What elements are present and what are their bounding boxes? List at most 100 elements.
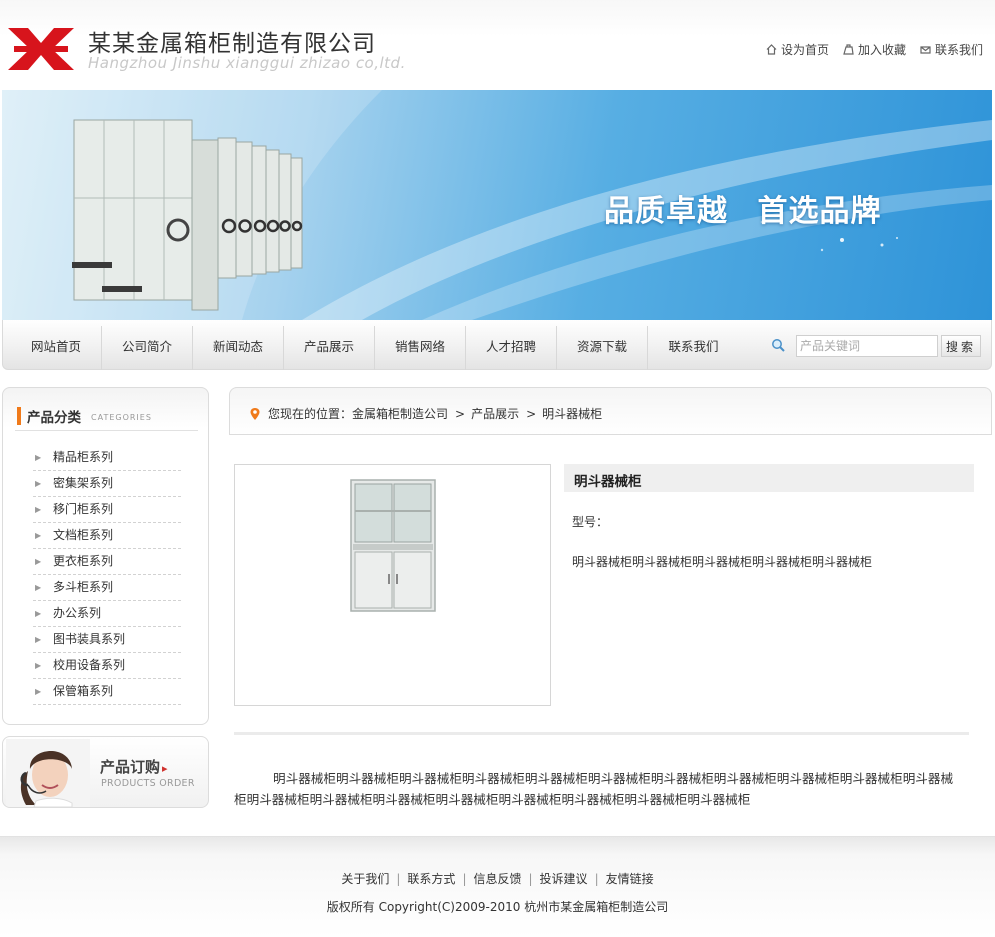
arrow-right-icon: ▶ — [35, 583, 42, 592]
product-description: 明斗器械柜明斗器械柜明斗器械柜明斗器械柜明斗器械柜明斗器械柜明斗器械柜明斗器械柜… — [234, 771, 954, 807]
top-links: 设为首页 加入收藏 联系我们 — [766, 41, 983, 58]
add-favorite-link[interactable]: 加入收藏 — [843, 41, 906, 58]
breadcrumb-bar: 您现在的位置： 金属箱柜制造公司 > 产品展示 > 明斗器械柜 — [229, 387, 992, 435]
search-button[interactable]: 搜索 — [941, 335, 981, 357]
breadcrumb-products[interactable]: 产品展示 — [471, 405, 519, 422]
category-label: 移门柜系列 — [53, 502, 114, 516]
category-item[interactable]: ▶ 精品柜系列 — [33, 445, 181, 471]
product-image-frame[interactable] — [234, 464, 551, 706]
contact-us-link[interactable]: 联系我们 — [920, 41, 983, 58]
nav-item-news[interactable]: 新闻动态 — [193, 326, 284, 370]
category-label: 办公系列 — [53, 606, 102, 620]
nav-item-products[interactable]: 产品展示 — [284, 326, 375, 370]
category-label: 精品柜系列 — [53, 450, 114, 464]
breadcrumb: 您现在的位置： 金属箱柜制造公司 > 产品展示 > 明斗器械柜 — [250, 405, 602, 422]
arrow-right-icon: ▶ — [35, 479, 42, 488]
footer-links: 关于我们 | 联系方式 | 信息反馈 | 投诉建议 | 友情链接 — [0, 870, 995, 887]
category-item[interactable]: ▶ 校用设备系列 — [33, 653, 181, 679]
nav-item-home[interactable]: 网站首页 — [11, 326, 102, 370]
category-item[interactable]: ▶ 多斗柜系列 — [33, 575, 181, 601]
breadcrumb-separator: > — [455, 406, 466, 421]
category-list: ▶ 精品柜系列 ▶ 密集架系列 ▶ 移门柜系列 ▶ 文档柜系列 ▶ 更衣柜系列 ▶ 多斗柜系… — [33, 445, 181, 705]
company-logo[interactable] — [6, 26, 76, 72]
model-label: 型号： — [572, 515, 609, 529]
arrow-right-icon: ▶ — [35, 557, 42, 566]
nav-item-downloads[interactable]: 资源下载 — [557, 326, 648, 370]
main-nav: 网站首页 公司简介 新闻动态 产品展示 销售网络 人才招聘 资源下载 联系我们 … — [2, 320, 992, 370]
breadcrumb-prefix: 您现在的位置： — [268, 407, 353, 421]
site-header: 某某金属箱柜制造有限公司 Hangzhou Jinshu xianggui zh… — [0, 0, 995, 90]
search-icon — [772, 339, 785, 352]
company-name-en: Hangzhou Jinshu xianggui zhizao co,ltd. — [88, 54, 406, 72]
footer-link-about[interactable]: 关于我们 — [341, 872, 389, 886]
category-label: 校用设备系列 — [53, 658, 126, 672]
add-favorite-label: 加入收藏 — [857, 43, 906, 57]
nav-menu: 网站首页 公司简介 新闻动态 产品展示 销售网络 人才招聘 资源下载 联系我们 — [11, 326, 739, 370]
category-label: 更衣柜系列 — [53, 554, 114, 568]
footer-separator: | — [396, 872, 401, 886]
footer-separator: | — [528, 872, 533, 886]
category-item[interactable]: ▶ 移门柜系列 — [33, 497, 181, 523]
site-footer: 关于我们 | 联系方式 | 信息反馈 | 投诉建议 | 友情链接 版权所有 Copyright(… — [0, 836, 995, 937]
product-title-bar: 明斗器械柜 — [564, 464, 974, 492]
category-panel: 产品分类 CATEGORIES ▶ 精品柜系列 ▶ 密集架系列 ▶ 移门柜系列 ▶ 文档… — [2, 387, 209, 725]
category-item[interactable]: ▶ 密集架系列 — [33, 471, 181, 497]
breadcrumb-home[interactable]: 金属箱柜制造公司 — [352, 405, 448, 422]
contact-us-label: 联系我们 — [934, 43, 983, 57]
footer-link-feedback[interactable]: 信息反馈 — [473, 872, 521, 886]
category-label: 图书装具系列 — [53, 632, 126, 646]
product-order-banner[interactable]: 产品订购 ▸ PRODUCTS ORDER — [2, 736, 209, 808]
category-header: 产品分类 CATEGORIES — [17, 406, 152, 426]
footer-link-contact[interactable]: 联系方式 — [407, 872, 455, 886]
set-homepage-label: 设为首页 — [780, 43, 829, 57]
category-title: 产品分类 — [27, 410, 81, 426]
category-item[interactable]: ▶ 保管箱系列 — [33, 679, 181, 705]
customer-service-photo — [6, 739, 90, 807]
set-homepage-link[interactable]: 设为首页 — [766, 41, 829, 58]
category-item[interactable]: ▶ 文档柜系列 — [33, 523, 181, 549]
location-pin-icon — [250, 407, 260, 420]
bookmark-icon — [843, 44, 854, 55]
breadcrumb-current: 明斗器械柜 — [542, 407, 603, 421]
breadcrumb-underline — [229, 434, 992, 435]
footer-link-complaint[interactable]: 投诉建议 — [540, 872, 588, 886]
company-name: 某某金属箱柜制造有限公司 — [88, 31, 376, 57]
nav-item-sales[interactable]: 销售网络 — [375, 326, 466, 370]
category-subtitle: CATEGORIES — [91, 413, 152, 422]
product-model: 型号： — [572, 513, 608, 530]
product-short-description: 明斗器械柜明斗器械柜明斗器械柜明斗器械柜明斗器械柜 — [572, 555, 873, 569]
chevron-right-icon: ▸ — [162, 762, 168, 775]
arrow-right-icon: ▶ — [35, 453, 42, 462]
arrow-right-icon: ▶ — [35, 505, 42, 514]
banner-slogan: 品质卓越 首选品牌 — [604, 194, 882, 229]
product-title: 明斗器械柜 — [574, 474, 642, 490]
content-divider — [234, 732, 969, 735]
category-divider — [15, 430, 198, 431]
arrow-right-icon: ▶ — [35, 609, 42, 618]
footer-link-friends[interactable]: 友情链接 — [606, 872, 654, 886]
order-subtitle: PRODUCTS ORDER — [101, 778, 195, 789]
arrow-right-icon: ▶ — [35, 661, 42, 670]
category-label: 文档柜系列 — [53, 528, 114, 542]
breadcrumb-separator: > — [526, 406, 537, 421]
footer-separator: | — [594, 872, 599, 886]
nav-item-about[interactable]: 公司简介 — [102, 326, 193, 370]
category-item[interactable]: ▶ 图书装具系列 — [33, 627, 181, 653]
hero-banner: 品质卓越 首选品牌 — [2, 90, 992, 320]
arrow-right-icon: ▶ — [35, 635, 42, 644]
search-input[interactable] — [796, 335, 938, 357]
nav-item-jobs[interactable]: 人才招聘 — [466, 326, 557, 370]
arrow-right-icon: ▶ — [35, 687, 42, 696]
category-label: 密集架系列 — [53, 476, 114, 490]
footer-separator: | — [462, 872, 467, 886]
contact-icon — [920, 46, 931, 54]
product-image — [350, 479, 436, 612]
home-icon — [766, 44, 777, 55]
category-item[interactable]: ▶ 办公系列 — [33, 601, 181, 627]
category-label: 多斗柜系列 — [53, 580, 114, 594]
category-accent-bar — [17, 407, 21, 425]
category-item[interactable]: ▶ 更衣柜系列 — [33, 549, 181, 575]
nav-item-contact[interactable]: 联系我们 — [648, 326, 739, 370]
order-title: 产品订购 ▸ — [100, 756, 168, 777]
order-title-text: 产品订购 — [100, 758, 161, 776]
